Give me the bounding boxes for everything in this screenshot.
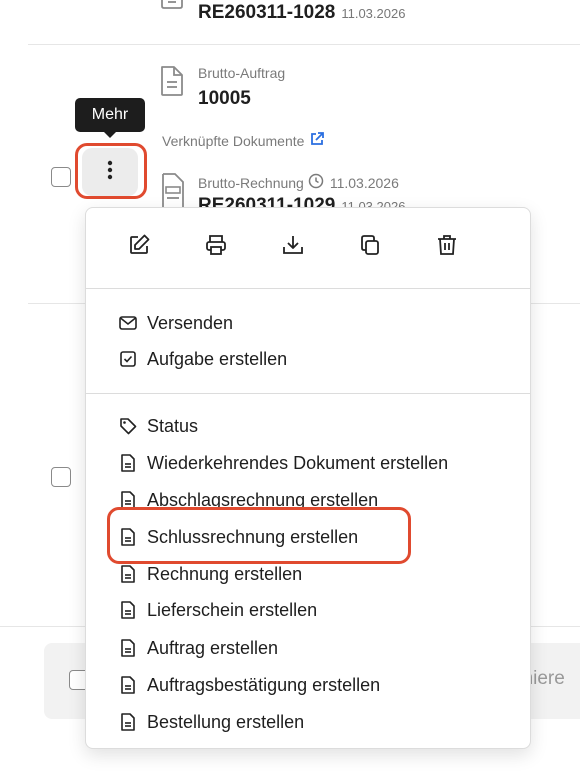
invoice-icon	[160, 171, 186, 211]
external-link-icon	[309, 131, 325, 150]
row-checkbox[interactable]	[51, 467, 71, 487]
download-icon[interactable]	[280, 232, 306, 258]
highlight-ring	[107, 507, 411, 564]
linked-documents-link[interactable]: Verknüpfte Dokumente	[162, 131, 325, 150]
menu-item-status[interactable]: Status	[119, 412, 198, 440]
checkbox-task-icon	[119, 350, 137, 368]
document-date: 11.03.2026	[341, 6, 406, 21]
document-icon	[119, 676, 137, 694]
document-type: Brutto-Rechnung 11.03.2026	[198, 173, 399, 192]
menu-divider	[86, 288, 530, 289]
clock-icon	[308, 173, 324, 192]
document-icon	[159, 64, 185, 98]
document-type: Brutto-Auftrag	[198, 65, 286, 81]
copy-icon[interactable]	[357, 232, 383, 258]
more-vertical-icon	[107, 160, 113, 185]
menu-item-send[interactable]: Versenden	[119, 309, 233, 337]
row-checkbox[interactable]	[51, 167, 71, 187]
document-icon	[119, 601, 137, 619]
document-icon	[119, 713, 137, 731]
menu-item-purchase-order[interactable]: Bestellung erstellen	[119, 708, 304, 736]
invoice-icon	[160, 0, 186, 19]
more-button[interactable]	[82, 148, 138, 196]
document-icon	[119, 639, 137, 657]
document-date: 11.03.2026	[329, 174, 399, 191]
document-number[interactable]: 10005	[198, 88, 251, 110]
print-icon[interactable]	[203, 232, 229, 258]
trash-icon[interactable]	[434, 232, 460, 258]
tag-icon	[119, 417, 137, 435]
menu-item-recurring-document[interactable]: Wiederkehrendes Dokument erstellen	[119, 449, 448, 477]
menu-item-delivery-note[interactable]: Lieferschein erstellen	[119, 596, 317, 624]
more-menu: Versenden Aufgabe erstellen Status Wiede…	[85, 207, 531, 749]
menu-item-order[interactable]: Auftrag erstellen	[119, 634, 278, 662]
row-divider	[28, 44, 580, 45]
mail-icon	[119, 314, 137, 332]
document-icon	[119, 454, 137, 472]
menu-item-order-confirmation[interactable]: Auftragsbestätigung erstellen	[119, 671, 380, 699]
more-tooltip: Mehr	[75, 98, 145, 138]
menu-item-invoice[interactable]: Rechnung erstellen	[119, 560, 302, 588]
edit-icon[interactable]	[126, 232, 152, 258]
menu-divider	[86, 393, 530, 394]
menu-item-create-task[interactable]: Aufgabe erstellen	[119, 345, 287, 373]
document-icon	[119, 565, 137, 583]
document-number[interactable]: RE260311-1028 11.03.2026	[198, 2, 405, 24]
